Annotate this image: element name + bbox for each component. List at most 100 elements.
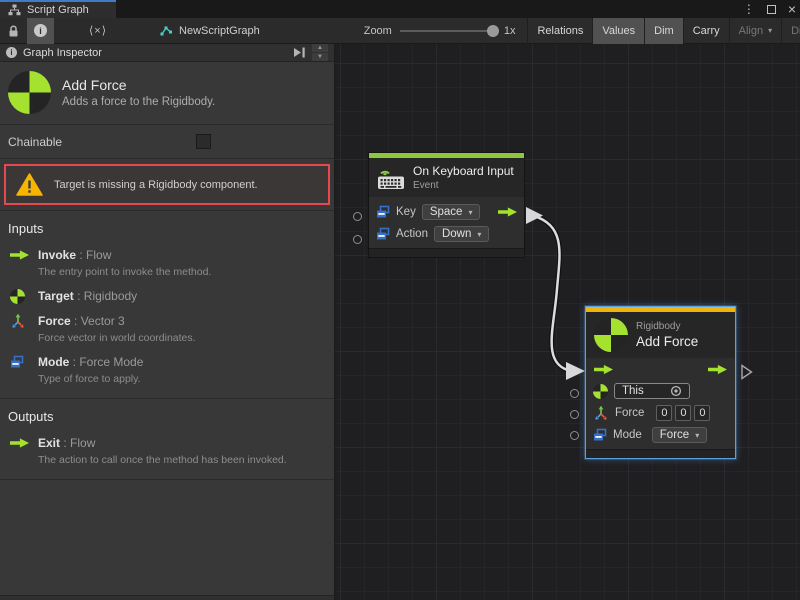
panel-scroll-buttons: ▲ ▼: [312, 44, 328, 61]
port-row-invoke: Invoke : Flow The entry point to invoke …: [0, 242, 334, 283]
node-header[interactable]: On Keyboard Input Event: [369, 158, 524, 197]
inputs-header: Inputs: [0, 211, 334, 242]
flow-arrow-icon: [10, 250, 29, 261]
key-label: Key: [396, 206, 416, 218]
graph-toolbar: i ⟨×⟩ NewScriptGraph Zoom 1x Relations V…: [0, 18, 800, 44]
zoom-slider[interactable]: [400, 30, 496, 32]
action-dropdown[interactable]: Down ▾: [434, 226, 489, 242]
outputs-header: Outputs: [0, 399, 334, 430]
zoom-control: Zoom 1x: [364, 25, 516, 37]
dim-button[interactable]: Dim: [644, 18, 683, 44]
graph-name: NewScriptGraph: [179, 25, 260, 37]
chevron-down-icon: ▾: [695, 431, 699, 440]
node-footer: [586, 449, 735, 458]
node-kind: Rigidbody: [636, 321, 698, 332]
scroll-down-button[interactable]: ▼: [312, 53, 328, 61]
mode-row: Mode Force ▾: [586, 424, 735, 446]
graph-breadcrumb[interactable]: NewScriptGraph: [160, 25, 260, 37]
tab-bar: Script Graph ⋮ ×: [0, 0, 800, 18]
port-description: Force vector in world coordinates.: [10, 330, 326, 346]
dock-panel-icon[interactable]: [293, 47, 306, 58]
rigidbody-icon: [593, 384, 608, 399]
target-input-port[interactable]: [570, 389, 579, 398]
enum-icon: [376, 205, 390, 219]
node-header[interactable]: Rigidbody Add Force: [586, 312, 735, 358]
target-object-field[interactable]: This: [614, 383, 690, 399]
force-input-port[interactable]: [570, 410, 579, 419]
zoom-label: Zoom: [364, 25, 392, 37]
maximize-icon[interactable]: [767, 5, 776, 14]
node-footer: [369, 248, 524, 257]
chevron-down-icon: ▾: [768, 26, 772, 35]
vector3-icon: [10, 313, 26, 329]
force-x-field[interactable]: 0: [656, 405, 672, 421]
key-row: Key Space ▾: [369, 201, 524, 223]
action-input-port[interactable]: [353, 235, 362, 244]
force-z-field[interactable]: 0: [694, 405, 710, 421]
flow-input-port[interactable]: [594, 364, 613, 375]
close-icon[interactable]: ×: [788, 2, 796, 16]
chevron-down-icon: ▾: [477, 230, 481, 239]
rigidbody-icon: [594, 318, 628, 352]
action-row: Action Down ▾: [369, 223, 524, 245]
inspect-toggle-button[interactable]: i: [27, 18, 54, 44]
scroll-up-button[interactable]: ▲: [312, 44, 328, 52]
zoom-slider-handle[interactable]: [487, 25, 499, 37]
unit-description: Adds a force to the Rigidbody.: [62, 96, 215, 108]
rigidbody-icon: [10, 289, 25, 304]
enum-icon: [10, 355, 24, 369]
node-add-force[interactable]: Rigidbody Add Force This: [585, 306, 736, 459]
port-row-force: Force : Vector 3 Force vector in world c…: [0, 308, 334, 349]
wire-target-arrow[interactable]: [566, 362, 585, 380]
code-preview-button[interactable]: ⟨×⟩: [82, 18, 114, 44]
vector3-icon: [593, 405, 609, 421]
menu-kebab-icon[interactable]: ⋮: [743, 3, 755, 15]
add-force-unit-icon: [8, 71, 51, 114]
script-graph-asset-icon: [160, 25, 173, 37]
keyboard-event-icon: [377, 165, 405, 190]
enum-icon: [376, 227, 390, 241]
graph-canvas[interactable]: On Keyboard Input Event Key Space ▾: [335, 44, 800, 600]
lock-button[interactable]: [0, 18, 27, 44]
graph-inspector-header: i Graph Inspector ▲ ▼: [0, 44, 334, 62]
graph-inspector-title: Graph Inspector: [23, 47, 287, 59]
flow-arrow-icon: [10, 438, 29, 449]
key-dropdown[interactable]: Space ▾: [422, 204, 481, 220]
lock-icon: [7, 24, 20, 38]
wire-source-arrow[interactable]: [526, 207, 543, 224]
mode-input-port[interactable]: [570, 431, 579, 440]
info-icon: i: [34, 24, 47, 37]
object-picker-icon[interactable]: [670, 385, 682, 397]
chainable-checkbox[interactable]: [196, 134, 211, 149]
port-description: The entry point to invoke the method.: [10, 264, 326, 280]
chevron-down-icon: ▾: [468, 208, 472, 217]
carry-button[interactable]: Carry: [683, 18, 729, 44]
warning-box: Target is missing a Rigidbody component.: [4, 164, 330, 205]
mode-dropdown[interactable]: Force ▾: [652, 427, 707, 443]
relations-button[interactable]: Relations: [527, 18, 592, 44]
node-title: On Keyboard Input: [413, 164, 514, 178]
info-icon: i: [6, 47, 17, 58]
flow-output-port[interactable]: [498, 207, 517, 218]
force-y-field[interactable]: 0: [675, 405, 691, 421]
port-row-exit: Exit : Flow The action to call once the …: [0, 430, 334, 471]
node-on-keyboard-input[interactable]: On Keyboard Input Event Key Space ▾: [368, 152, 525, 258]
chainable-row: Chainable: [0, 125, 334, 159]
unit-title: Add Force: [62, 77, 215, 93]
tab-label: Script Graph: [27, 4, 89, 16]
warning-icon: [16, 173, 43, 196]
target-row: This: [586, 380, 735, 402]
warning-text: Target is missing a Rigidbody component.: [54, 179, 258, 191]
mode-label: Mode: [613, 429, 642, 441]
port-description: Type of force to apply.: [10, 371, 326, 387]
flow-output-port[interactable]: [708, 364, 727, 375]
values-button[interactable]: Values: [592, 18, 644, 44]
node-title: Add Force: [636, 334, 698, 349]
code-icon: ⟨×⟩: [89, 24, 107, 37]
unity-script-graph-window: Script Graph ⋮ × i ⟨×⟩: [0, 0, 800, 600]
port-row-mode: Mode : Force Mode Type of force to apply…: [0, 349, 334, 390]
flow-continue-port[interactable]: [741, 364, 753, 380]
key-input-port[interactable]: [353, 212, 362, 221]
tab-script-graph[interactable]: Script Graph: [0, 0, 116, 18]
panel-bottom-strip: [0, 595, 334, 600]
